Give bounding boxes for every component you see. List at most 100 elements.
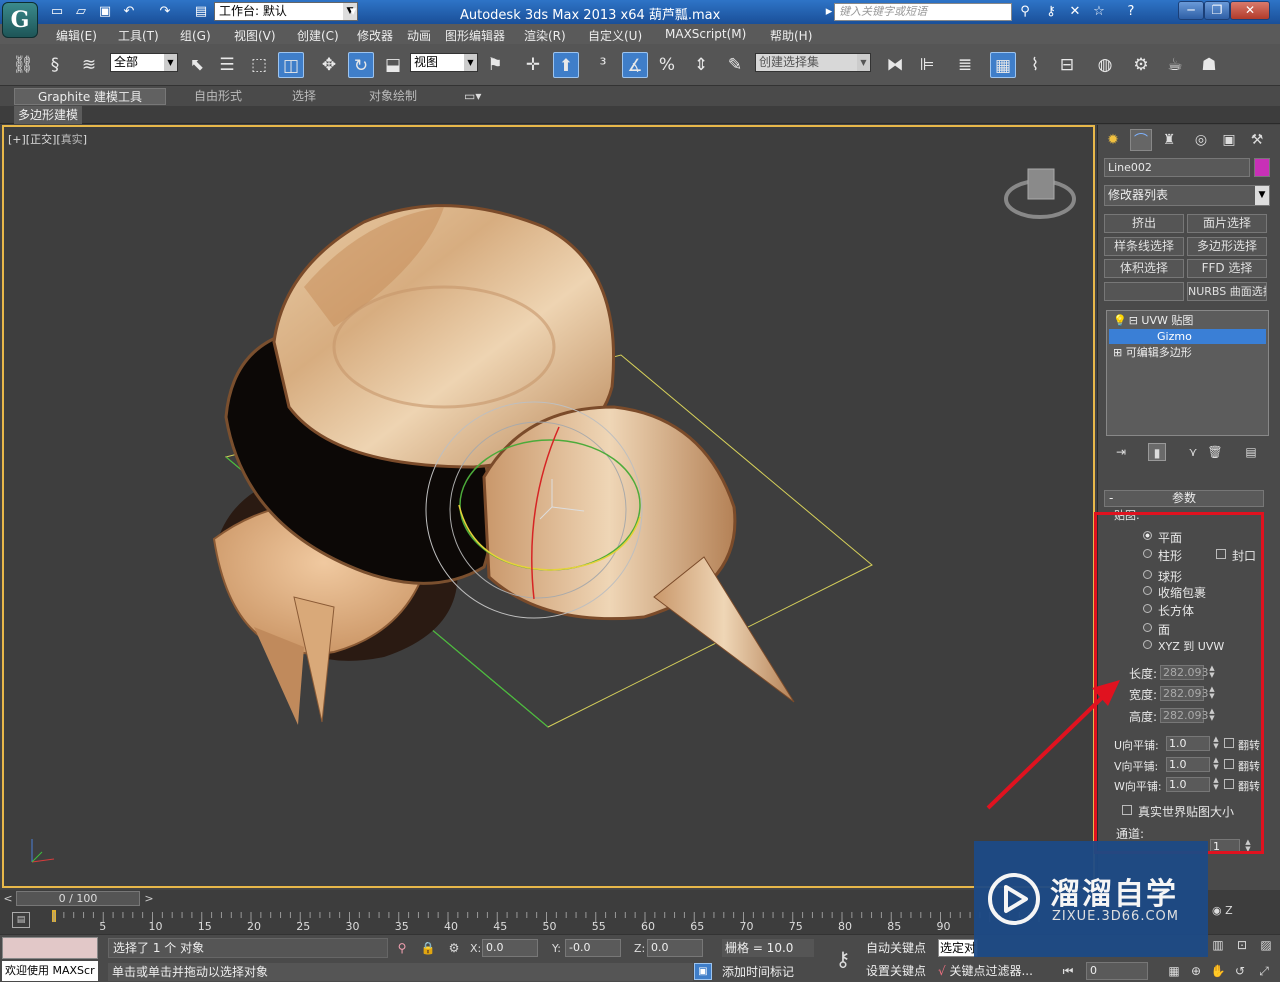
window-crossing-icon[interactable]: ◫ [278,52,304,78]
menu-create[interactable]: 创建(C) [297,27,339,44]
pin-stack-icon[interactable]: ⇥ [1112,443,1130,461]
menu-rendering[interactable]: 渲染(R) [524,27,566,44]
schematic-view-icon[interactable]: ⊟ [1054,52,1080,78]
hierarchy-tab-icon[interactable]: ♜ [1158,129,1180,151]
open-file-icon[interactable]: ▱ [72,3,90,21]
orbit-icon[interactable]: ↺ [1232,963,1248,979]
percent-snap-icon[interactable]: % [654,52,680,78]
axis-constraint-z[interactable]: ◉ Z [1212,904,1272,924]
add-time-tag-icon[interactable]: ▣ [694,963,712,980]
favorites-star-icon[interactable]: ☆ [1090,3,1108,21]
add-time-tag-label[interactable]: 添加时间标记 [722,963,794,981]
field-of-view-icon[interactable]: ▨ [1258,937,1274,953]
keyboard-shortcut-override-icon[interactable]: ⬆ [553,52,579,78]
mini-curve-editor-icon[interactable]: ▤ [12,912,30,928]
x-coordinate-field[interactable]: 0.0 [482,939,538,957]
binoculars-icon[interactable]: ⚲ [1016,3,1034,21]
time-slider-thumb[interactable]: 0 / 100 [16,891,140,906]
pan-hand-icon[interactable]: ✋ [1210,963,1226,979]
material-editor-icon[interactable]: ◍ [1092,52,1118,78]
make-unique-icon[interactable]: ⋎ [1184,443,1202,461]
maxscript-listener[interactable] [2,937,98,959]
stack-item-editable-poly[interactable]: ⊞ 可编辑多边形 [1109,345,1266,360]
communication-icon[interactable]: ✕ [1066,3,1084,21]
new-file-icon[interactable]: ▭ [48,3,66,21]
menu-graph-editors[interactable]: 图形编辑器 [445,27,505,44]
menu-views[interactable]: 视图(V) [234,27,276,44]
utilities-tab-icon[interactable]: ⚒ [1246,129,1268,151]
parameters-rollout-header[interactable]: - 参数 [1104,490,1264,507]
close-button[interactable]: ✕ [1230,1,1270,20]
unlink-icon[interactable]: § [42,52,68,78]
menu-edit[interactable]: 编辑(E) [56,27,97,44]
maximize-button[interactable]: ❐ [1204,1,1230,20]
z-coordinate-field[interactable]: 0.0 [647,939,703,957]
tab-selection[interactable]: 选择 [292,88,316,105]
redo-icon[interactable]: ↷ [156,3,174,21]
select-object-icon[interactable]: ⬉ [184,52,210,78]
collapse-rollout-icon[interactable]: - [1109,491,1113,506]
snaps-toggle-icon[interactable]: ³ [590,52,616,78]
viewport-label-view[interactable]: 正交 [30,133,52,146]
selection-filter-dropdown[interactable]: 全部 ▼ [110,53,178,72]
spinner-snap-icon[interactable]: ⇕ [688,52,714,78]
object-name-field[interactable]: Line002 [1104,158,1250,177]
stack-item-uvw-map[interactable]: 💡 ⊟ UVW 贴图 [1109,313,1266,328]
align-icon[interactable]: ⊫ [914,52,940,78]
menu-customize[interactable]: 自定义(U) [588,27,642,44]
menu-maxscript[interactable]: MAXScript(M) [665,27,746,41]
stack-item-gizmo[interactable]: Gizmo [1109,329,1266,344]
ffd-select-button[interactable]: FFD 选择 [1187,259,1267,278]
extrude-button[interactable]: 挤出 [1104,214,1184,233]
graphite-toggle-icon[interactable]: ▦ [990,52,1016,78]
maximize-viewport-icon[interactable]: ⤢ [1256,963,1272,979]
display-tab-icon[interactable]: ▣ [1218,129,1240,151]
perspective-viewport[interactable]: [+][正交][真实] [2,125,1095,888]
viewport-label[interactable]: [+][正交][真实] [8,131,87,147]
modifier-list-dropdown[interactable]: 修改器列表 ▼ [1104,185,1270,206]
search-input[interactable]: 键入关键字或短语 [834,3,1012,21]
remove-modifier-icon[interactable]: 🗑 [1206,443,1224,461]
configure-modifier-sets-icon[interactable]: ▤ [1242,443,1260,461]
time-slider-next-icon[interactable]: > [142,891,156,906]
poly-select-button[interactable]: 多边形选择 [1187,237,1267,256]
quick-access-dropdown-icon[interactable]: ▾ [344,3,362,21]
ribbon-options-icon[interactable]: ▭▾ [464,88,481,105]
layer-manager-icon[interactable]: ≣ [952,52,978,78]
viewport-label-shading[interactable]: 真实 [61,133,83,146]
selection-lock-icon[interactable]: 🔒 [420,940,436,956]
object-color-swatch[interactable] [1254,158,1270,177]
mirror-icon[interactable]: ⧓ [882,52,908,78]
bind-space-warp-icon[interactable]: ≋ [76,52,102,78]
motion-tab-icon[interactable]: ◎ [1190,129,1212,151]
select-and-manipulate-icon[interactable]: ✛ [520,52,546,78]
rendered-frame-window-icon[interactable]: ☕ [1162,52,1188,78]
lightbulb-icon[interactable]: 💡 [1113,314,1127,327]
rectangle-selection-icon[interactable]: ⬚ [246,52,272,78]
undo-icon[interactable]: ↶ [120,3,138,21]
zoom-all-icon[interactable]: ▥ [1210,937,1226,953]
select-and-link-icon[interactable]: ⛓ [10,52,36,78]
current-frame-field[interactable]: 0 [1086,962,1148,980]
set-key-button[interactable]: 设置关键点 [866,961,932,981]
pivot-center-icon[interactable]: ⚑ [482,52,508,78]
create-tab-icon[interactable]: ✹ [1102,129,1124,151]
named-selection-set-dropdown[interactable]: 创建选择集 ▼ [755,53,871,72]
goto-start-icon[interactable]: ⏮ [1060,963,1076,979]
save-file-icon[interactable]: ▣ [96,3,114,21]
tab-freeform[interactable]: 自由形式 [194,88,242,105]
select-and-rotate-icon[interactable]: ↻ [348,52,374,78]
project-folder-icon[interactable]: ▤ [192,3,210,21]
nurbs-surface-select-button[interactable]: NURBS 曲面选择 [1187,282,1267,301]
absolute-transform-icon[interactable]: ⚙ [446,940,462,956]
menu-tools[interactable]: 工具(T) [118,27,159,44]
menu-group[interactable]: 组(G) [180,27,211,44]
volume-select-button[interactable]: 体积选择 [1104,259,1184,278]
workspace-select[interactable]: 工作台: 默认 ▼ [214,2,358,21]
collapse-icon[interactable]: ⊟ [1129,314,1138,327]
spline-select-button[interactable]: 样条线选择 [1104,237,1184,256]
modify-tab-icon[interactable]: ⌒ [1130,129,1152,151]
angle-snap-icon[interactable]: ∡ [622,52,648,78]
expand-icon[interactable]: ⊞ [1113,346,1122,359]
render-production-icon[interactable]: ☗ [1196,52,1222,78]
